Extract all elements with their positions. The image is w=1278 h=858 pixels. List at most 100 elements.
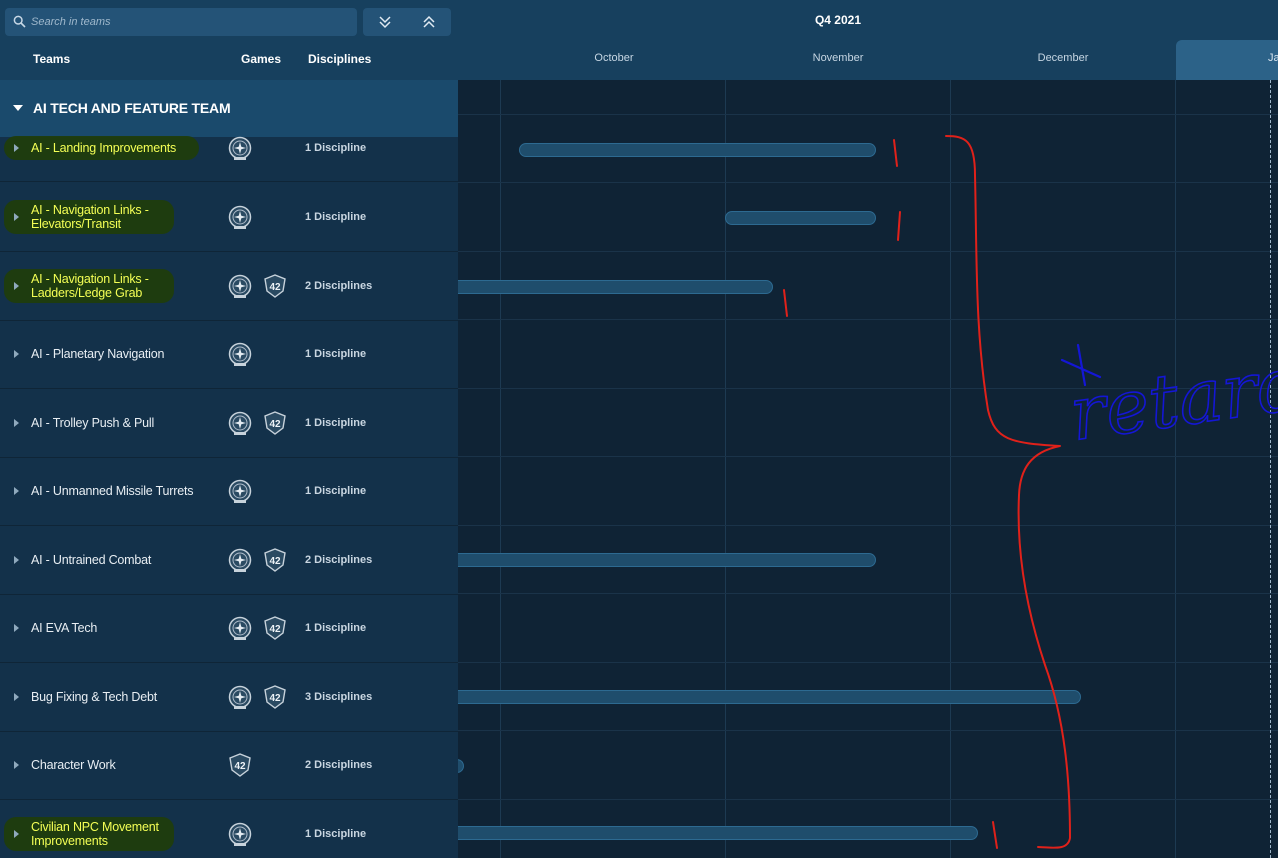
team-row[interactable]: Character Work 42 2 Disciplines xyxy=(0,731,458,800)
discipline-count: 1 Discipline xyxy=(305,485,367,497)
team-name: AI - Navigation Links - Elevators/Transi… xyxy=(31,203,149,231)
grid-row-line xyxy=(458,251,1278,252)
star-citizen-icon xyxy=(228,411,252,435)
svg-text:42: 42 xyxy=(269,282,281,293)
month-october: October xyxy=(594,52,634,64)
discipline-count: 1 Discipline xyxy=(305,828,367,840)
month-november: November xyxy=(812,52,864,64)
search-icon xyxy=(13,15,26,28)
month-december: December xyxy=(1037,52,1089,64)
expand-all-button[interactable] xyxy=(363,8,407,36)
grid-row-line xyxy=(458,799,1278,800)
group-title: AI TECH AND FEATURE TEAM xyxy=(33,100,231,116)
column-games[interactable]: Games xyxy=(241,52,281,66)
discipline-count: 3 Disciplines xyxy=(305,691,373,703)
star-citizen-icon xyxy=(228,205,252,229)
squadron-42-icon: 42 xyxy=(264,548,286,572)
team-name: Civilian NPC Movement Improvements xyxy=(31,820,159,848)
team-name: AI - Unmanned Missile Turrets xyxy=(31,484,194,498)
grid-line xyxy=(1175,80,1176,858)
grid-row-line xyxy=(458,593,1278,594)
caret-right-icon[interactable] xyxy=(14,419,19,427)
squadron-42-icon: 42 xyxy=(264,685,286,709)
svg-text:42: 42 xyxy=(234,761,246,772)
double-chevron-up-icon xyxy=(423,15,435,28)
teams-panel: Teams Games Disciplines AI TECH AND FEAT… xyxy=(0,0,458,858)
double-chevron-down-icon xyxy=(379,16,391,29)
team-row[interactable]: AI - Planetary Navigation 1 Discipline xyxy=(0,320,458,389)
team-name: AI - Planetary Navigation xyxy=(31,347,165,361)
caret-right-icon[interactable] xyxy=(14,761,19,769)
search-bar xyxy=(0,0,458,42)
team-row[interactable]: AI EVA Tech 42 1 Discipline xyxy=(0,594,458,663)
star-citizen-icon xyxy=(228,616,252,640)
caret-down-icon xyxy=(13,105,23,111)
caret-right-icon[interactable] xyxy=(14,693,19,701)
timeline-bar-character-work[interactable] xyxy=(458,759,464,773)
caret-right-icon[interactable] xyxy=(14,144,19,152)
team-row[interactable]: AI - Navigation Links - Ladders/Ledge Gr… xyxy=(0,252,458,321)
column-teams[interactable]: Teams xyxy=(33,52,70,66)
svg-text:42: 42 xyxy=(269,419,281,430)
caret-right-icon[interactable] xyxy=(14,282,19,290)
timeline-bar-untrained-combat[interactable] xyxy=(458,553,876,567)
svg-text:42: 42 xyxy=(269,556,281,567)
column-disciplines[interactable]: Disciplines xyxy=(308,52,371,66)
team-name: AI - Untrained Combat xyxy=(31,553,152,567)
group-header[interactable]: AI TECH AND FEATURE TEAM xyxy=(0,80,458,137)
star-citizen-icon xyxy=(228,342,252,366)
caret-right-icon[interactable] xyxy=(14,624,19,632)
caret-right-icon[interactable] xyxy=(14,487,19,495)
star-citizen-icon xyxy=(228,685,252,709)
grid-row-line xyxy=(458,182,1278,183)
grid-row-line xyxy=(458,319,1278,320)
caret-right-icon[interactable] xyxy=(14,830,19,838)
squadron-42-icon: 42 xyxy=(264,411,286,435)
grid-row-line xyxy=(458,388,1278,389)
caret-right-icon[interactable] xyxy=(14,556,19,564)
team-row[interactable]: AI - Navigation Links - Elevators/Transi… xyxy=(0,183,458,252)
team-row[interactable]: AI - Untrained Combat 42 2 Disciplines xyxy=(0,526,458,595)
team-row[interactable]: Civilian NPC Movement Improvements 1 Disc… xyxy=(0,800,458,858)
month-january-tab[interactable]: Ja xyxy=(1176,40,1278,80)
squadron-42-icon: 42 xyxy=(264,274,286,298)
svg-text:42: 42 xyxy=(269,624,281,635)
team-name: AI EVA Tech xyxy=(31,621,98,635)
grid-line xyxy=(725,80,726,858)
grid-row-line xyxy=(458,114,1278,115)
caret-right-icon[interactable] xyxy=(14,213,19,221)
team-row[interactable]: AI - Unmanned Missile Turrets 1 Disciplin… xyxy=(0,457,458,526)
star-citizen-icon xyxy=(228,274,252,298)
search-input[interactable] xyxy=(31,12,351,32)
collapse-all-button[interactable] xyxy=(407,8,451,36)
team-name: Bug Fixing & Tech Debt xyxy=(31,690,157,704)
grid-row-line xyxy=(458,730,1278,731)
grid-row-line xyxy=(458,456,1278,457)
team-name: Character Work xyxy=(31,758,116,772)
squadron-42-icon: 42 xyxy=(264,616,286,640)
discipline-count: 2 Disciplines xyxy=(305,554,373,566)
timeline-bar-bug-fixing[interactable] xyxy=(458,690,1081,704)
discipline-count: 2 Disciplines xyxy=(305,759,373,771)
team-row[interactable]: Bug Fixing & Tech Debt 42 3 Disciplines xyxy=(0,663,458,732)
svg-text:42: 42 xyxy=(269,693,281,704)
timeline-bar-landing-improvements[interactable] xyxy=(519,143,876,157)
timeline-header: Q4 2021 October November December Ja xyxy=(458,0,1278,80)
team-row[interactable]: AI - Landing Improvements 1 Discipline xyxy=(0,136,458,182)
star-citizen-icon xyxy=(228,548,252,572)
star-citizen-icon xyxy=(228,136,252,160)
discipline-count: 1 Discipline xyxy=(305,211,367,223)
squadron-42-icon: 42 xyxy=(229,753,251,777)
team-row[interactable]: AI - Trolley Push & Pull 42 1 Discipline xyxy=(0,389,458,458)
team-name: AI - Landing Improvements xyxy=(31,141,177,155)
timeline-bar-navigation-ladders[interactable] xyxy=(458,280,773,294)
search-box[interactable] xyxy=(5,8,357,36)
timeline-bar-navigation-elevators[interactable] xyxy=(725,211,876,225)
month-january: Ja xyxy=(1268,52,1278,64)
discipline-count: 2 Disciplines xyxy=(305,280,373,292)
team-name: AI - Navigation Links - Ladders/Ledge Gr… xyxy=(31,272,149,300)
timeline-bar-civilian-npc[interactable] xyxy=(458,826,978,840)
grid-line xyxy=(950,80,951,858)
caret-right-icon[interactable] xyxy=(14,350,19,358)
grid-row-line xyxy=(458,662,1278,663)
